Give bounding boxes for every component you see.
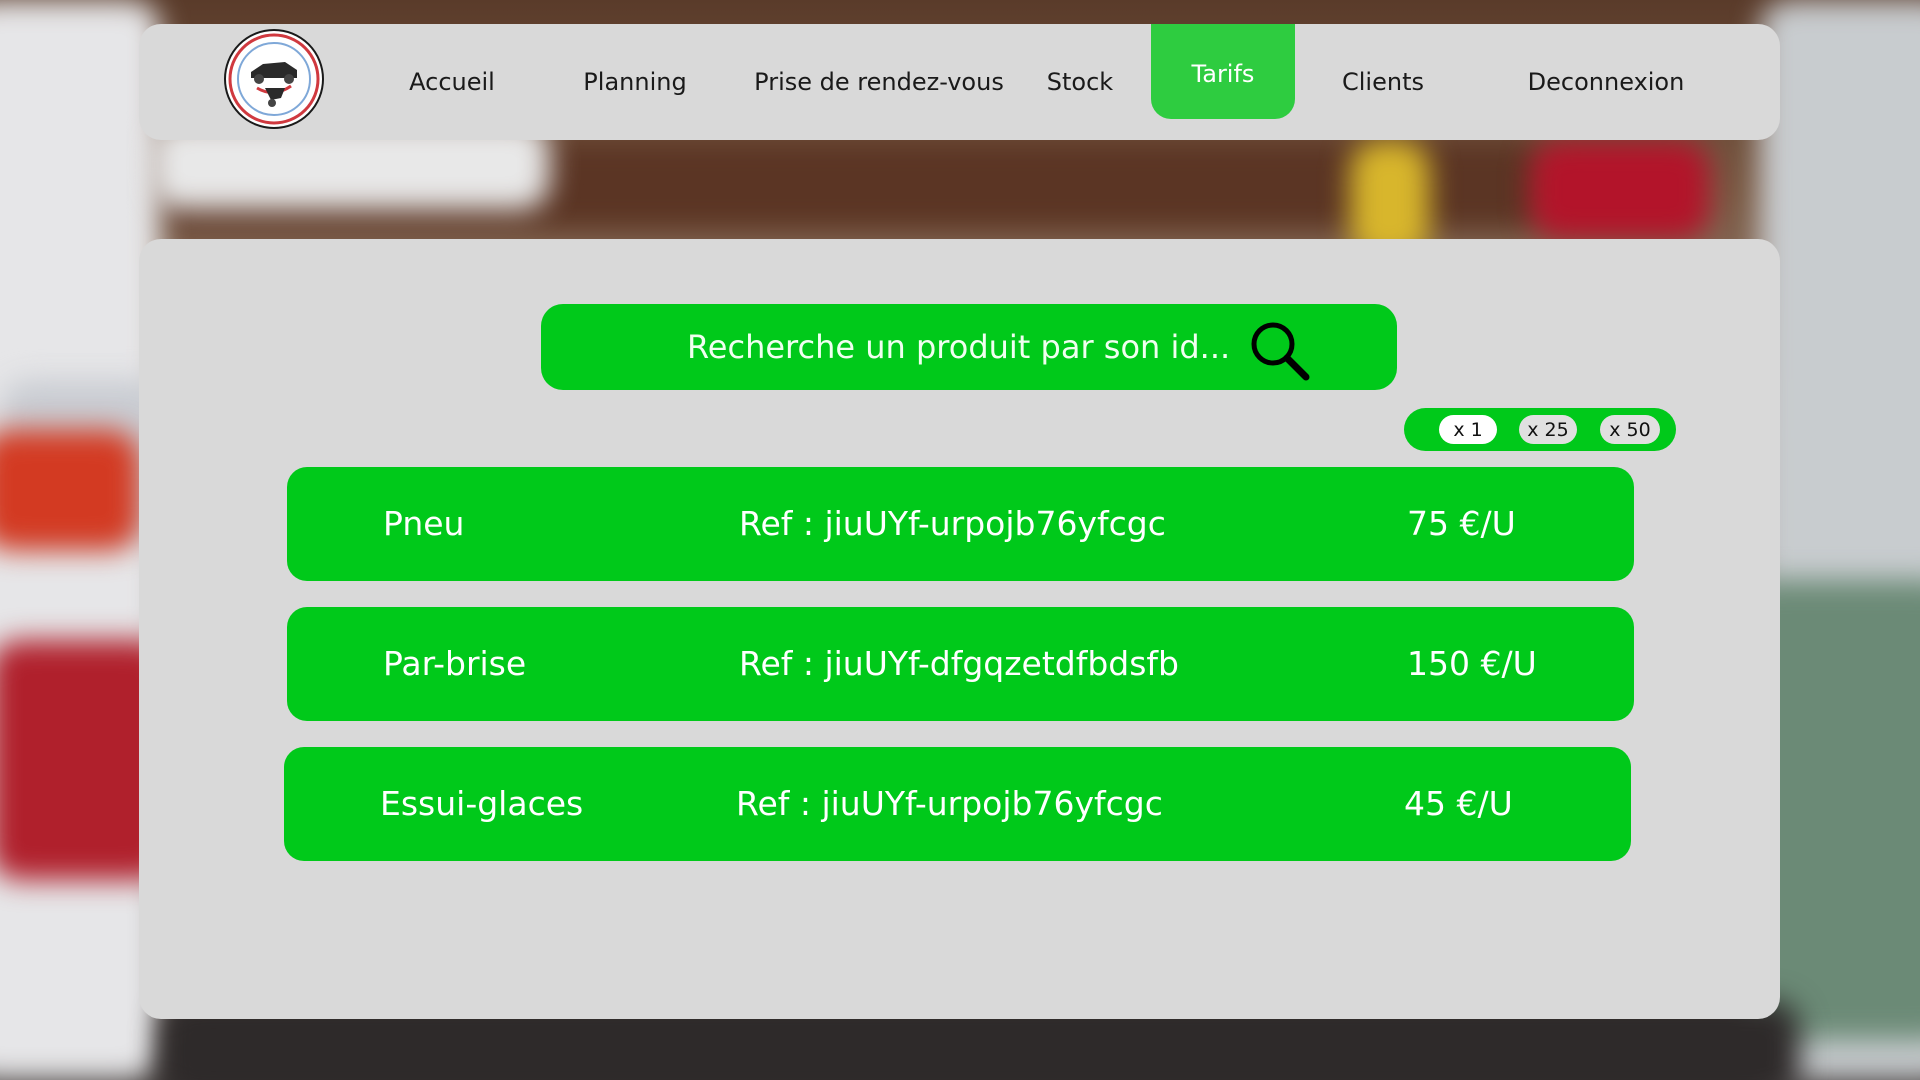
product-row[interactable]: Pneu Ref : jiuUYf-urpojb76yfcgc 75 €/U	[287, 467, 1634, 581]
top-navigation-bar: Accueil Planning Prise de rendez-vous St…	[139, 24, 1780, 140]
nav-item-prise-de-rendez-vous[interactable]: Prise de rendez-vous	[749, 24, 1009, 140]
product-ref: Ref : jiuUYf-urpojb76yfcgc	[739, 504, 1166, 543]
product-name: Pneu	[383, 504, 465, 543]
nav-item-planning[interactable]: Planning	[570, 24, 700, 140]
product-name: Par-brise	[383, 644, 527, 683]
product-row[interactable]: Essui-glaces Ref : jiuUYf-urpojb76yfcgc …	[284, 747, 1631, 861]
nav-item-tarifs[interactable]: Tarifs	[1151, 24, 1295, 119]
search-input[interactable]: Recherche un produit par son id...	[687, 304, 1230, 390]
nav-item-clients[interactable]: Clients	[1329, 24, 1437, 140]
tarifs-panel: Recherche un produit par son id... x 1 x…	[139, 239, 1780, 1019]
product-row[interactable]: Par-brise Ref : jiuUYf-dfgqzetdfbdsfb 15…	[287, 607, 1634, 721]
product-search-bar[interactable]: Recherche un produit par son id...	[541, 304, 1397, 390]
quantity-option-x1[interactable]: x 1	[1439, 415, 1497, 444]
product-price: 75 €/U	[1407, 504, 1516, 543]
product-name: Essui-glaces	[380, 784, 584, 823]
garage-logo[interactable]	[223, 28, 325, 130]
product-ref: Ref : jiuUYf-dfgqzetdfbdsfb	[739, 644, 1179, 683]
nav-item-stock[interactable]: Stock	[1035, 24, 1125, 140]
quantity-option-x50[interactable]: x 50	[1600, 415, 1660, 444]
product-price: 150 €/U	[1407, 644, 1537, 683]
product-price: 45 €/U	[1404, 784, 1513, 823]
product-ref: Ref : jiuUYf-urpojb76yfcgc	[736, 784, 1163, 823]
nav-item-deconnexion[interactable]: Deconnexion	[1513, 24, 1699, 140]
quantity-selector: x 1 x 25 x 50	[1404, 408, 1676, 451]
search-icon[interactable]	[1247, 318, 1311, 382]
quantity-option-x25[interactable]: x 25	[1519, 415, 1577, 444]
nav-item-accueil[interactable]: Accueil	[397, 24, 507, 140]
